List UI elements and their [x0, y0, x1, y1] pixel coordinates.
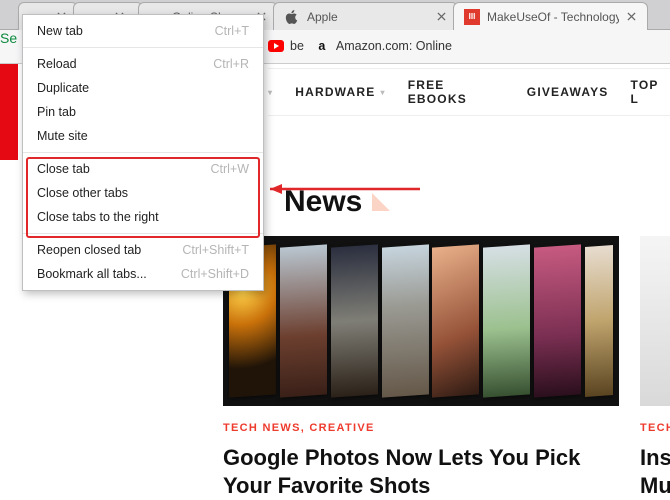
tab-context-menu: New tab Ctrl+T Reload Ctrl+R Duplicate P…: [22, 14, 264, 291]
menu-shortcut: Ctrl+T: [215, 24, 249, 38]
menu-close-tabs-right[interactable]: Close tabs to the right: [23, 205, 263, 229]
menu-separator: [23, 47, 263, 48]
menu-label: Close tab: [37, 162, 90, 176]
site-nav: ▾ HARDWARE ▾ FREE EBOOKS GIVEAWAYS TOP L: [268, 68, 670, 116]
bookmark-label: be: [290, 39, 304, 53]
menu-shortcut: Ctrl+Shift+D: [181, 267, 249, 281]
article-image: [640, 236, 670, 406]
menu-label: Close other tabs: [37, 186, 128, 200]
article-title[interactable]: Ins Mu: [640, 444, 670, 499]
thumbnail-photo: [585, 245, 613, 397]
article-card[interactable]: TECH NEWS, CREATIVE Google Photos Now Le…: [223, 236, 623, 499]
menu-close-tab[interactable]: Close tab Ctrl+W: [23, 157, 263, 181]
thumbnail-photo: [534, 244, 581, 397]
menu-label: Mute site: [37, 129, 88, 143]
title-fragment: Mu: [640, 473, 670, 498]
bookmark-item[interactable]: be: [268, 38, 304, 54]
nav-label: GIVEAWAYS: [527, 85, 609, 99]
menu-close-other-tabs[interactable]: Close other tabs: [23, 181, 263, 205]
thumbnail-photo: [331, 244, 378, 397]
thumbnail-photo: [280, 244, 327, 397]
menu-pin-tab[interactable]: Pin tab: [23, 100, 263, 124]
menu-duplicate[interactable]: Duplicate: [23, 76, 263, 100]
bookmark-label: Amazon.com: Online: [336, 39, 452, 53]
menu-label: Bookmark all tabs...: [37, 267, 147, 281]
article-categories[interactable]: TECH: [640, 422, 670, 434]
close-icon[interactable]: [625, 11, 637, 23]
nav-label: HARDWARE: [295, 85, 375, 99]
nav-item-top[interactable]: TOP L: [631, 78, 670, 106]
menu-separator: [23, 233, 263, 234]
nav-item-giveaways[interactable]: GIVEAWAYS: [527, 85, 609, 99]
tab-title: Apple: [307, 10, 429, 24]
article-image: [223, 236, 619, 406]
title-fragment: Ins: [640, 445, 670, 470]
article-card[interactable]: TECH Ins Mu: [640, 236, 670, 499]
menu-mute-site[interactable]: Mute site: [23, 124, 263, 148]
makeuseof-icon: III: [464, 9, 480, 25]
menu-shortcut: Ctrl+Shift+T: [182, 243, 249, 257]
thumbnail-photo: [483, 244, 530, 397]
youtube-icon: [268, 38, 284, 54]
browser-tab-active[interactable]: III MakeUseOf - Technology: [453, 2, 648, 30]
secure-indicator: Se: [0, 30, 17, 46]
close-icon[interactable]: [435, 11, 447, 23]
menu-shortcut: Ctrl+R: [213, 57, 249, 71]
tab-title: MakeUseOf - Technology: [487, 10, 619, 24]
chevron-down-icon: ▾: [380, 88, 385, 97]
article-title[interactable]: Google Photos Now Lets You Pick Your Fav…: [223, 444, 623, 499]
annotation-arrow: [270, 182, 430, 199]
site-logo-bar: [0, 64, 18, 160]
menu-reopen-closed-tab[interactable]: Reopen closed tab Ctrl+Shift+T: [23, 238, 263, 262]
apple-icon: [284, 9, 300, 25]
nav-item-hardware[interactable]: HARDWARE ▾: [295, 85, 385, 99]
nav-label: FREE EBOOKS: [408, 78, 505, 106]
amazon-icon: a: [314, 38, 330, 54]
menu-label: Close tabs to the right: [37, 210, 159, 224]
menu-new-tab[interactable]: New tab Ctrl+T: [23, 19, 263, 43]
bookmark-item[interactable]: a Amazon.com: Online: [314, 38, 452, 54]
chevron-down-icon: ▾: [268, 88, 273, 97]
menu-label: Reopen closed tab: [37, 243, 141, 257]
bookmarks-bar: be a Amazon.com: Online: [268, 38, 452, 54]
nav-item-ebooks[interactable]: FREE EBOOKS: [408, 78, 505, 106]
menu-bookmark-all-tabs[interactable]: Bookmark all tabs... Ctrl+Shift+D: [23, 262, 263, 286]
menu-label: Reload: [37, 57, 77, 71]
thumbnail-photo: [382, 244, 429, 397]
thumbnail-photo: [432, 244, 479, 397]
menu-label: New tab: [37, 24, 83, 38]
menu-reload[interactable]: Reload Ctrl+R: [23, 52, 263, 76]
nav-label: TOP L: [631, 78, 670, 106]
article-categories[interactable]: TECH NEWS, CREATIVE: [223, 422, 623, 434]
browser-tab[interactable]: Apple: [273, 2, 458, 30]
menu-label: Duplicate: [37, 81, 89, 95]
menu-separator: [23, 152, 263, 153]
menu-shortcut: Ctrl+W: [210, 162, 249, 176]
menu-label: Pin tab: [37, 105, 76, 119]
